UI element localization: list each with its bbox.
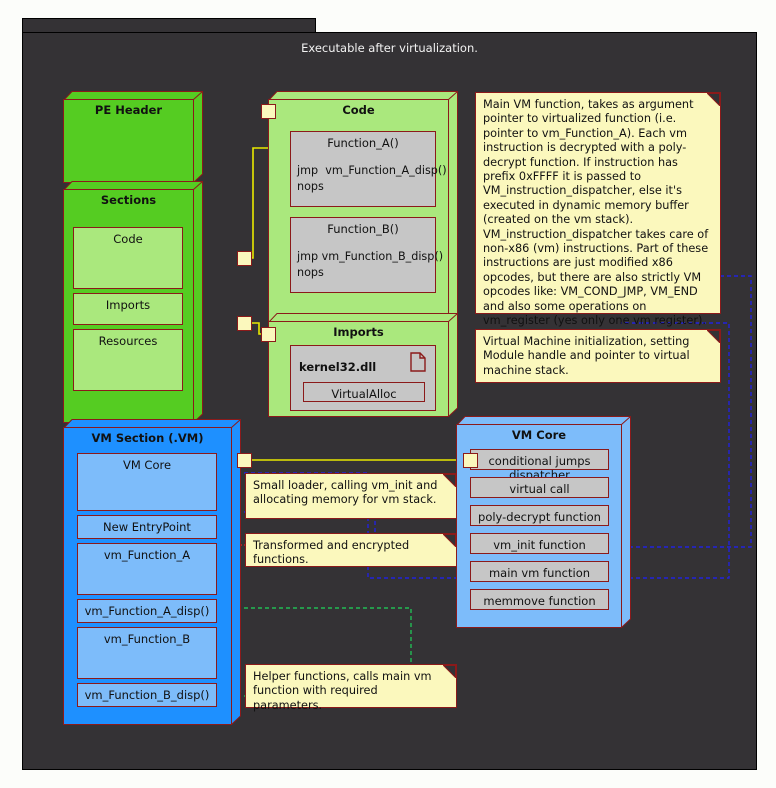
note-small-loader[interactable]: Small loader, calling vm_init and alloca… [245, 473, 457, 519]
kernel32-label: kernel32.dll [299, 360, 377, 374]
connector-dot-code-source[interactable] [237, 251, 252, 266]
vm-core-item-poly-decrypt-function[interactable]: poly-decrypt function [470, 505, 609, 526]
note-main-vm-function[interactable]: Main VM function, takes as argument poin… [475, 92, 721, 327]
vm-section-item-new-entrypoint-label: New EntryPoint [103, 520, 191, 534]
document-icon [410, 352, 426, 375]
note-small-loader-text: Small loader, calling vm_init and alloca… [253, 479, 438, 507]
sections-item-imports-label: Imports [105, 298, 151, 312]
note-fold-icon [707, 93, 720, 106]
function-a-block[interactable]: Function_A() jmp vm_Function_A_disp() no… [290, 131, 447, 207]
code-package[interactable]: Code Function_A() jmp vm_Function_A_disp… [268, 91, 458, 343]
function-b-block[interactable]: Function_B() jmp vm_Function_B_disp() no… [290, 217, 443, 293]
sections-package[interactable]: Sections Code Imports Resources [63, 181, 203, 423]
vm-section-item-vm-core[interactable]: VM Core [77, 453, 217, 511]
connector-dot-imports-source[interactable] [237, 316, 252, 331]
virtualalloc-label: VirtualAlloc [331, 387, 397, 401]
vm-section-item-vm-function-a-label: vm_Function_A [103, 548, 191, 562]
imports-package-side-edge [448, 313, 458, 417]
virtualalloc-entry[interactable]: VirtualAlloc [303, 382, 425, 402]
diagram-root: Executable after virtualization. PE Head… [0, 0, 776, 788]
kernel32-block[interactable]: kernel32.dll VirtualAlloc [290, 345, 436, 411]
vm-core-item-conditional-jumps-dispatcher[interactable]: conditional jumps dispatcher [470, 449, 609, 482]
sections-item-code[interactable]: Code [73, 227, 183, 289]
vm-section-item-vm-function-b-disp-label: vm_Function_B_disp() [84, 688, 210, 702]
note-fold-icon [443, 665, 456, 678]
vm-section-title: VM Section (.VM) [91, 431, 204, 445]
canvas-title: Executable after virtualization. [301, 41, 478, 55]
function-b-line-1: nops [297, 266, 324, 279]
vm-core-title: VM Core [511, 428, 567, 442]
vm-core-item-1-label: virtual call [509, 482, 570, 496]
sections-title: Sections [100, 193, 157, 207]
note-fold-icon [443, 474, 456, 487]
connector-dot-imports-target[interactable] [261, 327, 276, 342]
vm-core-item-2-label: poly-decrypt function [478, 510, 601, 524]
note-vm-init-text: Virtual Machine initialization, setting … [483, 335, 690, 377]
vm-section-item-vm-function-a[interactable]: vm_Function_A [77, 543, 217, 595]
vm-section-item-vm-function-b[interactable]: vm_Function_B [77, 627, 217, 679]
sections-item-resources-label: Resources [98, 334, 158, 348]
function-b-name: Function_B() [327, 222, 399, 236]
vm-core-item-virtual-call[interactable]: virtual call [470, 477, 609, 498]
sections-item-resources[interactable]: Resources [73, 329, 183, 391]
function-b-line-0: jmp vm_Function_B_disp() [297, 250, 444, 263]
sections-side-edge [193, 181, 203, 423]
vm-core-item-4-label: main vm function [488, 566, 591, 580]
note-transformed[interactable]: Transformed and encrypted functions. [245, 533, 457, 567]
imports-package-title: Imports [333, 325, 384, 339]
connector-dot-vmsection-source[interactable] [237, 453, 252, 468]
vm-core-item-5-label: memmove function [483, 594, 596, 608]
vm-section-item-vm-core-label: VM Core [122, 458, 172, 472]
note-vm-init[interactable]: Virtual Machine initialization, setting … [475, 329, 721, 383]
note-fold-icon [443, 534, 456, 547]
function-a-line-0: jmp vm_Function_A_disp() [297, 164, 447, 177]
sections-item-code-label: Code [113, 232, 143, 246]
function-a-name: Function_A() [327, 136, 399, 150]
vm-section-item-vm-function-a-disp[interactable]: vm_Function_A_disp() [77, 599, 217, 623]
vm-core-item-main-vm-function[interactable]: main vm function [470, 561, 609, 582]
note-main-vm-function-text: Main VM function, takes as argument poin… [483, 98, 709, 328]
note-fold-icon [707, 330, 720, 343]
vm-section-item-vm-function-a-disp-label: vm_Function_A_disp() [84, 604, 210, 618]
function-a-line-1: nops [297, 180, 324, 193]
vm-core-item-3-label: vm_init function [493, 538, 586, 552]
vm-section-item-new-entrypoint[interactable]: New EntryPoint [77, 515, 217, 539]
imports-package[interactable]: Imports kernel32.dll VirtualAlloc [268, 313, 458, 417]
window-tab-strip [22, 18, 316, 33]
sections-item-imports[interactable]: Imports [73, 293, 183, 325]
vm-core-package[interactable]: VM Core conditional jumps dispatcher vir… [456, 416, 631, 628]
connector-dot-code-target[interactable] [261, 104, 276, 119]
vm-section-item-vm-function-b-label: vm_Function_B [103, 632, 191, 646]
note-helper-text: Helper functions, calls main vm function… [253, 670, 432, 712]
diagram-canvas: Executable after virtualization. PE Head… [22, 32, 757, 770]
vm-core-item-vm-init-function[interactable]: vm_init function [470, 533, 609, 554]
vm-core-side-edge [621, 416, 631, 628]
vm-core-item-memmove-function[interactable]: memmove function [470, 589, 609, 610]
code-package-title: Code [342, 103, 375, 117]
pe-header-package[interactable]: PE Header [63, 91, 203, 183]
pe-header-title: PE Header [94, 103, 163, 117]
vm-section-item-vm-function-b-disp[interactable]: vm_Function_B_disp() [77, 683, 217, 707]
pe-header-side-edge [193, 91, 203, 183]
note-helper[interactable]: Helper functions, calls main vm function… [245, 664, 457, 712]
connector-dot-vmcore-target[interactable] [463, 453, 478, 468]
code-package-side-edge [448, 91, 458, 343]
vm-section-package[interactable]: VM Section (.VM) VM Core New EntryPoint … [63, 419, 241, 725]
note-transformed-text: Transformed and encrypted functions. [253, 539, 410, 567]
